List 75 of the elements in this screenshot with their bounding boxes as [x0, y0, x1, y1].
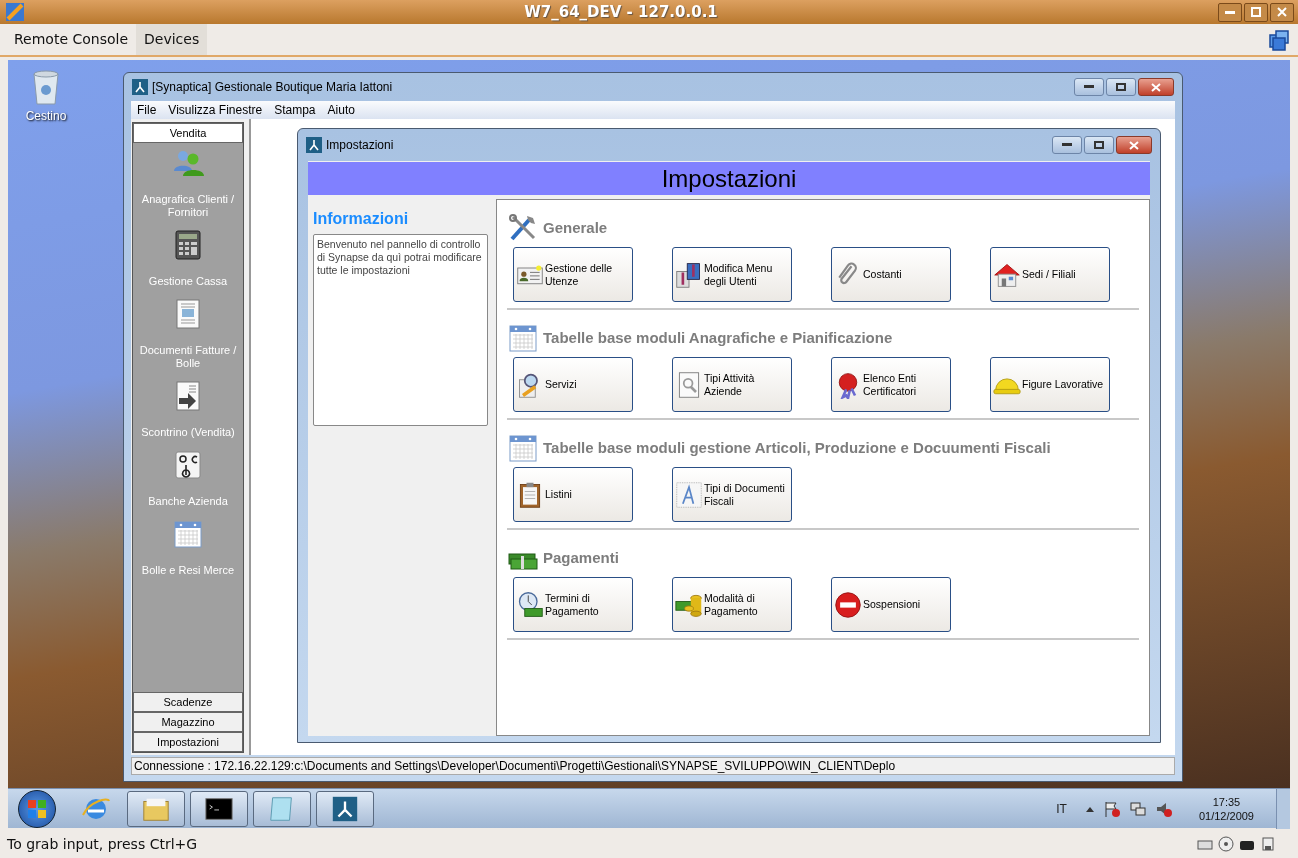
usb-icon — [1260, 836, 1276, 852]
settings-button[interactable]: Tipi Attività Aziende — [672, 357, 792, 412]
clock-date: 01/12/2009 — [1198, 808, 1254, 823]
maximize-button[interactable] — [1106, 78, 1136, 96]
section-heading: Tabelle base moduli gestione Articoli, Produzione e Docuumenti Fiscali — [543, 437, 1051, 458]
status-message: To grab input, press Ctrl+G — [7, 834, 198, 854]
sidebar-tab[interactable]: Impostazioni — [133, 732, 243, 752]
minimize-icon — [1084, 85, 1094, 89]
app-logo-icon — [132, 79, 148, 95]
menu-item[interactable]: Remote Console — [6, 24, 137, 55]
maximize-icon — [1251, 7, 1261, 17]
status-bar: Connessione : 172.16.22.129:c:\Documents and Settings\Developer\Documenti\Progetti\Gestionali\SYNAPSE_SVILUPPO\WIN_CLIENT\Deplo — [131, 757, 1175, 775]
calendar-icon — [171, 518, 205, 550]
close-icon — [1277, 7, 1287, 17]
calendar-icon — [507, 432, 539, 464]
settings-button[interactable]: Sedi / Filiali — [990, 247, 1110, 302]
close-icon — [1129, 140, 1139, 150]
settings-button[interactable]: Tipi di Documenti Fiscali — [672, 467, 792, 522]
disc-icon — [1218, 836, 1234, 852]
settings-button[interactable]: Servizi — [513, 357, 633, 412]
calendar-icon — [507, 322, 539, 354]
windows-icon — [1268, 28, 1290, 51]
settings-button[interactable]: Listini — [513, 467, 633, 522]
settings-button[interactable]: Costanti — [831, 247, 951, 302]
sidebar-tab[interactable]: Scadenze — [133, 692, 243, 712]
settings-button[interactable]: Gestione delle Utenze — [513, 247, 633, 302]
info-text-box: Benvenuto nel pannello di controllo di Synapse da quì potrai modificare tutte le impostazioni — [313, 234, 488, 426]
stop-icon — [834, 590, 862, 619]
maximize-icon — [1116, 83, 1126, 91]
window-title: Impostazioni — [326, 137, 394, 154]
minimize-button[interactable] — [1218, 2, 1242, 22]
settings-button[interactable]: Figure Lavorative — [990, 357, 1110, 412]
info-heading: Informazioni — [313, 209, 410, 229]
window-title: W7_64_DEV - 127.0.0.1 — [523, 1, 719, 23]
menu-item[interactable]: Aiuto — [321, 101, 361, 119]
network-icon — [1128, 799, 1147, 818]
section-heading: Tabelle base moduli Anagrafiche e Pianificazione — [543, 327, 893, 348]
taskbar-button[interactable] — [316, 790, 374, 827]
close-icon — [1151, 82, 1161, 92]
settings-button[interactable]: Sospensioni — [831, 577, 951, 632]
maximize-button[interactable] — [1244, 2, 1268, 22]
menu-item[interactable]: Visulizza Finestre — [162, 101, 269, 119]
minimize-button[interactable] — [1052, 136, 1082, 154]
maximize-icon — [1094, 141, 1104, 149]
shirts-icon — [675, 260, 703, 289]
close-button[interactable] — [1138, 78, 1174, 96]
sidebar-tab[interactable]: Vendita — [133, 123, 243, 143]
settings-button[interactable]: Termini di Pagamento — [513, 577, 633, 632]
clock-time: 17:35 — [1212, 794, 1241, 809]
language-indicator[interactable]: IT — [1056, 799, 1067, 818]
app-logo-icon — [6, 3, 24, 21]
minimize-icon — [1062, 143, 1072, 147]
settings-button[interactable]: Elenco Enti Certificatori — [831, 357, 951, 412]
taskbar-button[interactable] — [190, 790, 248, 827]
close-button[interactable] — [1270, 2, 1294, 22]
clock-banknotes-icon — [516, 590, 544, 619]
banner: Impostazioni — [308, 162, 1150, 195]
start-button[interactable] — [18, 789, 56, 828]
close-button[interactable] — [1116, 136, 1152, 154]
flag-icon — [1102, 799, 1121, 818]
section-heading: Pagamenti — [543, 547, 619, 568]
menu-item[interactable]: File — [131, 101, 163, 119]
letter-card-icon — [675, 480, 703, 509]
menu-item[interactable]: Stampa — [268, 101, 322, 119]
window-title: [Synaptica] Gestionale Boutique Maria Iattoni — [152, 79, 393, 96]
minimize-icon — [1225, 10, 1235, 14]
windows-logo-icon — [27, 798, 47, 819]
sidebar-tab[interactable]: Magazzino — [133, 712, 243, 732]
settings-button[interactable]: Modalità di Pagamento — [672, 577, 792, 632]
app-logo-icon — [306, 137, 322, 153]
section-heading: Generale — [543, 217, 608, 238]
settings-button[interactable]: Modifica Menu degli Utenti — [672, 247, 792, 302]
menu-item[interactable]: Devices — [136, 24, 208, 55]
maximize-button[interactable] — [1084, 136, 1114, 154]
minimize-button[interactable] — [1074, 78, 1104, 96]
